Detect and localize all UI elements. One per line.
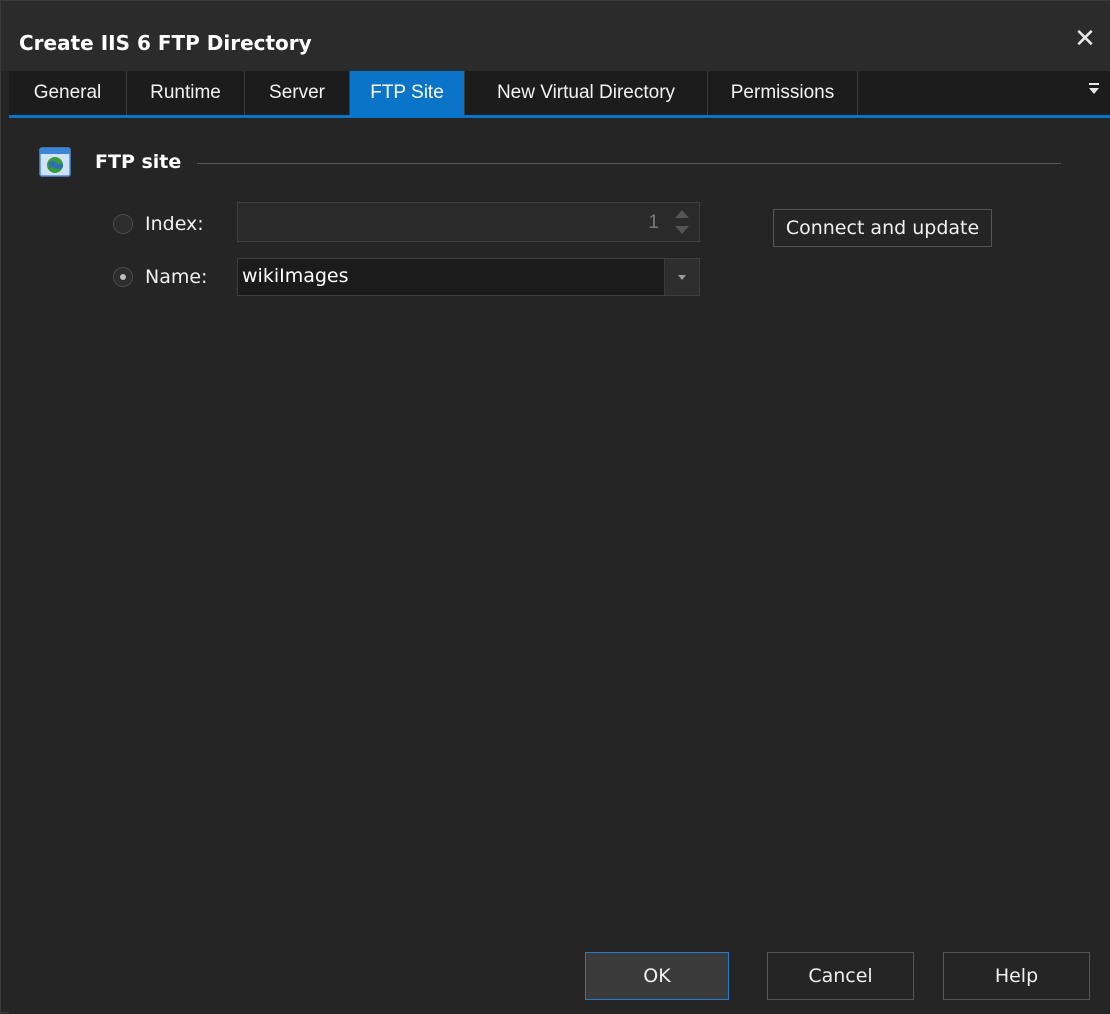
globe-window-icon xyxy=(39,147,71,177)
title-bar: Create IIS 6 FTP Directory ✕ xyxy=(1,1,1110,71)
dialog-title: Create IIS 6 FTP Directory xyxy=(19,31,312,55)
index-value: 1 xyxy=(648,212,659,233)
dialog-window: Create IIS 6 FTP Directory ✕ General Run… xyxy=(0,0,1110,1014)
tab-overflow-menu-icon[interactable] xyxy=(1087,79,1103,99)
connect-and-update-button[interactable]: Connect and update xyxy=(773,209,992,247)
tab-ftp-site[interactable]: FTP Site xyxy=(350,71,465,115)
index-label: Index: xyxy=(145,213,204,235)
group-divider xyxy=(197,163,1061,164)
tab-general[interactable]: General xyxy=(9,71,127,115)
name-radio[interactable] xyxy=(113,267,133,287)
name-label: Name: xyxy=(145,266,208,288)
cancel-button[interactable]: Cancel xyxy=(767,952,914,1000)
spin-up-icon[interactable] xyxy=(669,205,695,222)
tab-new-virtual-directory[interactable]: New Virtual Directory xyxy=(465,71,708,115)
tab-permissions[interactable]: Permissions xyxy=(708,71,858,115)
tab-server[interactable]: Server xyxy=(245,71,350,115)
chevron-down-icon[interactable] xyxy=(664,259,699,295)
spin-buttons xyxy=(669,205,695,239)
index-spinbox[interactable]: 1 xyxy=(237,202,700,242)
name-value: wikiImages xyxy=(242,265,349,287)
help-button[interactable]: Help xyxy=(943,952,1090,1000)
spin-down-icon[interactable] xyxy=(669,222,695,239)
tab-content xyxy=(9,118,1110,1014)
tab-bar: General Runtime Server FTP Site New Virt… xyxy=(9,71,1110,117)
close-icon[interactable]: ✕ xyxy=(1071,25,1099,53)
group-label-ftp-site: FTP site xyxy=(95,151,182,173)
name-combobox[interactable]: wikiImages xyxy=(237,258,700,296)
index-radio[interactable] xyxy=(113,214,133,234)
ok-button[interactable]: OK xyxy=(585,952,729,1000)
tab-runtime[interactable]: Runtime xyxy=(127,71,245,115)
